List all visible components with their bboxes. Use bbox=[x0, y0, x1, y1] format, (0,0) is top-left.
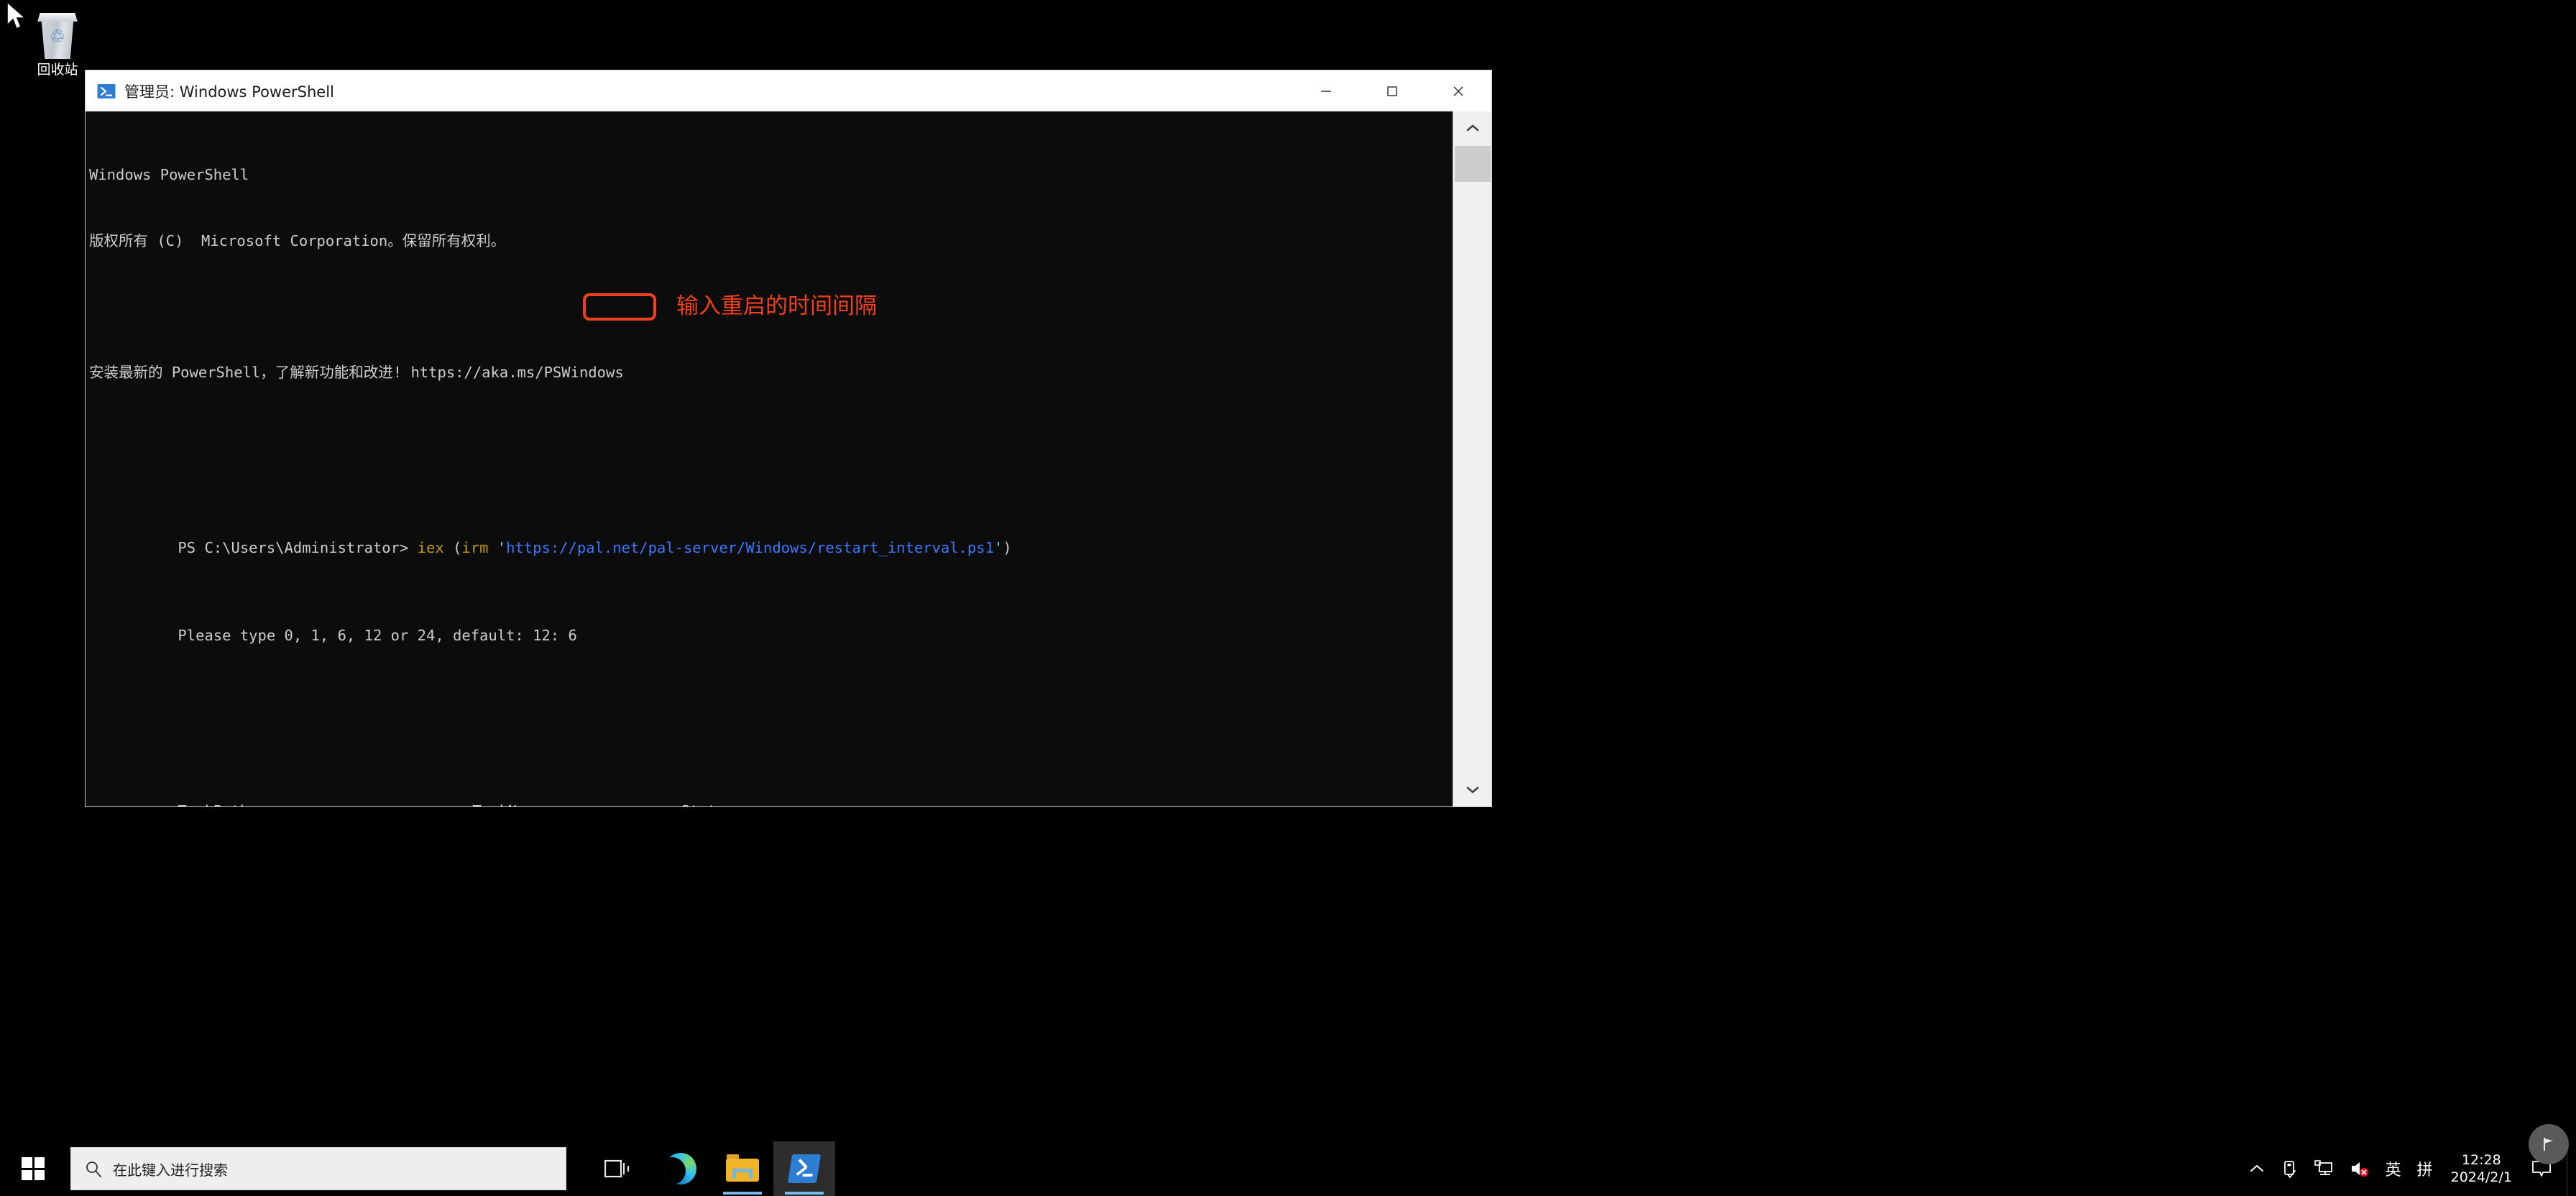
scrollbar-up-arrow-icon[interactable] bbox=[1453, 111, 1491, 144]
file-explorer-icon bbox=[726, 1154, 759, 1183]
console-text: 版权所有 (C) Microsoft Corporation。保留所有权利。 bbox=[89, 232, 505, 249]
taskbar-item-task-view[interactable] bbox=[588, 1141, 650, 1196]
taskbar-item-powershell[interactable] bbox=[773, 1141, 835, 1196]
windows-logo-icon bbox=[22, 1157, 45, 1180]
search-icon bbox=[84, 1159, 103, 1178]
taskbar-active-indicator bbox=[785, 1192, 824, 1195]
tray-network-icon[interactable] bbox=[2306, 1141, 2342, 1196]
close-button[interactable] bbox=[1425, 70, 1491, 111]
window-body: Windows PowerShell 版权所有 (C) Microsoft Co… bbox=[85, 111, 1492, 807]
tray-ime-language[interactable]: 英 bbox=[2378, 1141, 2409, 1196]
start-button[interactable] bbox=[0, 1141, 66, 1196]
console-text: 安装最新的 PowerShell，了解新功能和改进! https://aka.m… bbox=[89, 364, 624, 381]
clock-time: 12:28 bbox=[2462, 1151, 2501, 1169]
console-output[interactable]: Windows PowerShell 版权所有 (C) Microsoft Co… bbox=[86, 111, 1453, 806]
clock-date: 2024/2/1 bbox=[2451, 1169, 2512, 1186]
window-controls bbox=[1293, 70, 1491, 111]
console-scrollbar[interactable] bbox=[1453, 111, 1491, 806]
console-input-line: Please type 0, 1, 6, 12 or 24, default: … bbox=[86, 602, 1453, 625]
ime-mode-label: 拼 bbox=[2417, 1157, 2433, 1180]
desktop: ♲ 回收站 管理员: Windows PowerShell bbox=[0, 0, 2576, 1196]
taskbar-active-indicator bbox=[723, 1192, 762, 1195]
recycle-bin-icon: ♲ bbox=[35, 12, 80, 59]
ime-language-label: 英 bbox=[2386, 1157, 2401, 1180]
console-paren: ( bbox=[453, 539, 461, 556]
taskbar-clock[interactable]: 12:28 2024/2/1 bbox=[2441, 1141, 2524, 1196]
powershell-window[interactable]: 管理员: Windows PowerShell Windows PowerShe… bbox=[85, 70, 1492, 807]
table-header-taskname: TaskName bbox=[472, 800, 681, 807]
table-header-taskpath: TaskPath bbox=[178, 800, 472, 807]
table-header-state: State bbox=[681, 802, 725, 807]
floating-badge[interactable] bbox=[2529, 1124, 2569, 1164]
console-cmdlet: irm bbox=[461, 539, 497, 556]
console-quote: ' bbox=[994, 539, 1003, 556]
console-line: 版权所有 (C) Microsoft Corporation。保留所有权利。 bbox=[86, 230, 1453, 252]
console-command-line: PS C:\Users\Administrator> iex (irm 'htt… bbox=[86, 515, 1453, 537]
console-text: Windows PowerShell bbox=[89, 166, 249, 183]
tray-volume-muted-icon[interactable] bbox=[2342, 1141, 2378, 1196]
search-placeholder: 在此键入进行搜索 bbox=[113, 1159, 228, 1179]
console-line-blank bbox=[86, 427, 1453, 449]
console-table-header: TaskPathTaskNameState bbox=[86, 778, 1453, 800]
scrollbar-thumb[interactable] bbox=[1455, 146, 1491, 182]
console-paren: ) bbox=[1003, 539, 1011, 556]
task-view-icon bbox=[604, 1158, 633, 1179]
console-input-value: 6 bbox=[568, 627, 576, 644]
taskbar-item-edge[interactable] bbox=[650, 1141, 712, 1196]
console-command: iex bbox=[418, 539, 453, 556]
minimize-button[interactable] bbox=[1293, 70, 1359, 111]
maximize-button[interactable] bbox=[1359, 70, 1425, 111]
tray-overflow-chevron-up-icon[interactable] bbox=[2241, 1141, 2273, 1196]
taskbar-item-file-explorer[interactable] bbox=[712, 1141, 773, 1196]
window-title: 管理员: Windows PowerShell bbox=[124, 80, 334, 102]
tray-ime-mode[interactable]: 拼 bbox=[2409, 1141, 2441, 1196]
scrollbar-down-arrow-icon[interactable] bbox=[1453, 773, 1491, 806]
search-input[interactable]: 在此键入进行搜索 bbox=[70, 1147, 566, 1190]
powershell-icon bbox=[97, 82, 116, 101]
console-prompt: PS C:\Users\Administrator> bbox=[178, 539, 417, 556]
flag-icon bbox=[2540, 1136, 2557, 1153]
system-tray: 英 拼 12:28 2024/2/1 bbox=[2241, 1141, 2576, 1196]
edge-icon bbox=[665, 1153, 696, 1184]
taskbar: 在此键入进行搜索 bbox=[0, 1141, 2576, 1196]
console-input-label: Please type 0, 1, 6, 12 or 24, default: … bbox=[178, 627, 568, 644]
window-titlebar[interactable]: 管理员: Windows PowerShell bbox=[85, 70, 1492, 111]
console-url: https://pal.net/pal-server/Windows/resta… bbox=[506, 539, 994, 556]
console-line-blank bbox=[86, 690, 1453, 712]
console-line: 安装最新的 PowerShell，了解新功能和改进! https://aka.m… bbox=[86, 362, 1453, 384]
powershell-icon bbox=[788, 1154, 821, 1183]
console-quote: ' bbox=[497, 539, 506, 556]
tray-usb-icon[interactable] bbox=[2273, 1141, 2306, 1196]
console-line: Windows PowerShell bbox=[86, 164, 1453, 186]
annotation-label: 输入重启的时间间隔 bbox=[676, 293, 877, 320]
